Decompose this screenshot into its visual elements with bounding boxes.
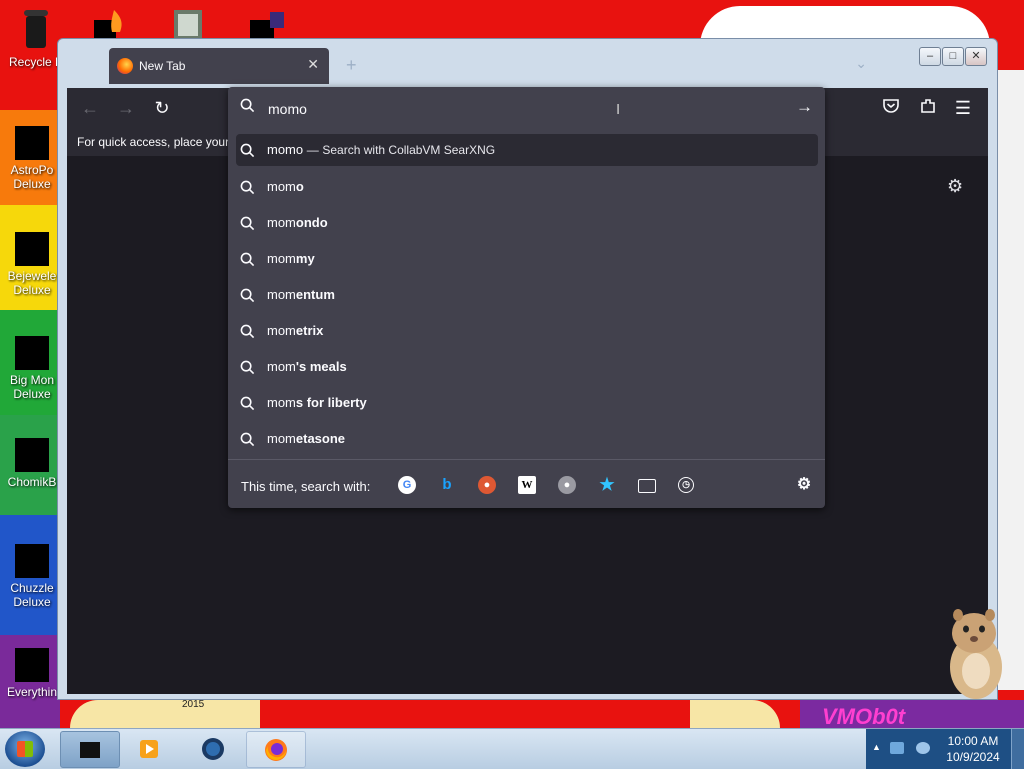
urlbar-input[interactable] [266,97,750,121]
close-window-button[interactable]: ✕ [965,47,987,66]
urlbar[interactable]: I → [228,87,825,129]
search-icon [240,324,255,342]
suggestion-item[interactable]: mom's meals [228,351,825,383]
search-icon [240,252,255,270]
close-tab-icon[interactable]: ✕ [307,56,319,73]
go-arrow-icon[interactable]: → [796,97,813,117]
bing-icon[interactable]: b [438,476,456,494]
desktop-icon-big-money[interactable]: Big Mon Deluxe [2,336,62,401]
desktop-document-icon[interactable] [170,6,208,42]
desktop-app-icon[interactable] [248,6,286,42]
desktop-icon-chomik[interactable]: ChomikB [2,438,62,489]
google-icon[interactable]: G [398,476,416,494]
suggestion-item[interactable]: moms for liberty [228,387,825,419]
suggestion-separator: — [306,143,319,157]
search-icon [240,143,255,161]
recycle-bin-icon [24,10,48,48]
search-icon [240,396,255,414]
media-player-icon [140,740,158,758]
app-icon [15,232,49,266]
suggestion-item[interactable]: momondo [228,207,825,239]
taskbar-item-firefox[interactable] [246,731,306,768]
pocket-icon[interactable] [880,97,902,119]
firefox-icon [117,58,133,74]
minimize-button[interactable]: – [919,47,941,66]
system-tray: ▲ 10:00 AM 10/9/2024 [866,729,1024,769]
taskbar-item-app[interactable] [60,731,120,768]
history-icon[interactable]: ◷ [678,477,694,493]
suggestion-item[interactable]: momo [228,171,825,203]
search-icon [240,288,255,306]
back-arrow-icon[interactable]: ← [79,97,101,119]
suggestion-query: momo [267,142,304,157]
start-button[interactable] [5,731,45,767]
volume-icon[interactable] [916,742,930,754]
app-icon [15,544,49,578]
new-tab-button[interactable]: + [346,55,357,76]
app-icon [15,438,49,472]
urlbar-dropdown: I → momo — Search with CollabVM SearXNG … [228,87,825,508]
search-icon [240,98,255,118]
firefox-icon [265,739,287,761]
suggestion-search-engine[interactable]: momo — Search with CollabVM SearXNG [236,134,818,166]
suggestion-item[interactable]: mommy [228,243,825,275]
hamster-sticker [944,605,1006,703]
searxng-icon[interactable]: ● [558,476,576,494]
page-settings-gear-icon[interactable]: ⚙ [947,176,963,197]
show-desktop-button[interactable] [1011,729,1024,769]
taskbar-item-media-player[interactable] [120,731,178,766]
app-icon [15,648,49,682]
clock[interactable]: 10:00 AM 10/9/2024 [942,733,1004,765]
maximize-button[interactable]: □ [942,47,964,66]
wallpaper-brand: VMOb0t [822,704,906,728]
suggestion-item[interactable]: mometrix [228,315,825,347]
windows-logo-icon [17,741,33,757]
search-settings-gear-icon[interactable]: ⚙ [795,476,813,494]
tabs-icon[interactable] [638,479,656,493]
search-icon [240,360,255,378]
desktop-icon-astropop[interactable]: AstroPo Deluxe [2,126,62,191]
desktop-icon-chuzzle[interactable]: Chuzzle Deluxe [2,544,62,609]
app-icon [15,336,49,370]
search-engine-bar: This time, search with: G b ● W ● ★ ◷ ⚙ [228,459,825,509]
app-icon [15,126,49,160]
tab-title: New Tab [139,59,186,73]
desktop-icon-everything[interactable]: Everythin [2,648,62,699]
bookmarks-icon[interactable]: ★ [598,476,616,494]
suggestion-item[interactable]: mometasone [228,423,825,455]
search-icon [240,180,255,198]
clock-date: 10/9/2024 [946,750,1000,764]
extensions-icon[interactable] [917,97,939,119]
desktop-folder-fire-icon[interactable] [90,6,128,42]
globe-icon [202,738,224,760]
network-icon[interactable] [890,742,904,754]
wallpaper-year: 2015 [182,699,205,710]
text-cursor-icon: I [616,101,621,118]
menu-hamburger-icon[interactable]: ☰ [952,97,974,119]
clock-time: 10:00 AM [947,734,999,748]
list-tabs-icon[interactable]: ⌄ [855,55,867,72]
show-hidden-icons[interactable]: ▲ [872,742,881,752]
suggestion-item[interactable]: momentum [228,279,825,311]
bookmarks-hint-text: For quick access, place your b [77,135,240,149]
tab-new-tab[interactable]: New Tab ✕ [109,48,329,84]
desktop-icon-bejeweled[interactable]: Bejewele Deluxe [2,232,62,297]
duckduckgo-icon[interactable]: ● [478,476,496,494]
search-with-label: This time, search with: [241,479,371,494]
wikipedia-icon[interactable]: W [518,476,536,494]
black-box-icon [80,742,100,758]
taskbar: ▲ 10:00 AM 10/9/2024 [0,728,1024,769]
search-icon [240,216,255,234]
search-icon [240,432,255,450]
taskbar-item-globe[interactable] [184,731,242,766]
forward-arrow-icon[interactable]: → [115,97,137,119]
reload-icon[interactable]: ↻ [151,97,173,119]
suggestion-engine-text: Search with CollabVM SearXNG [322,143,496,157]
